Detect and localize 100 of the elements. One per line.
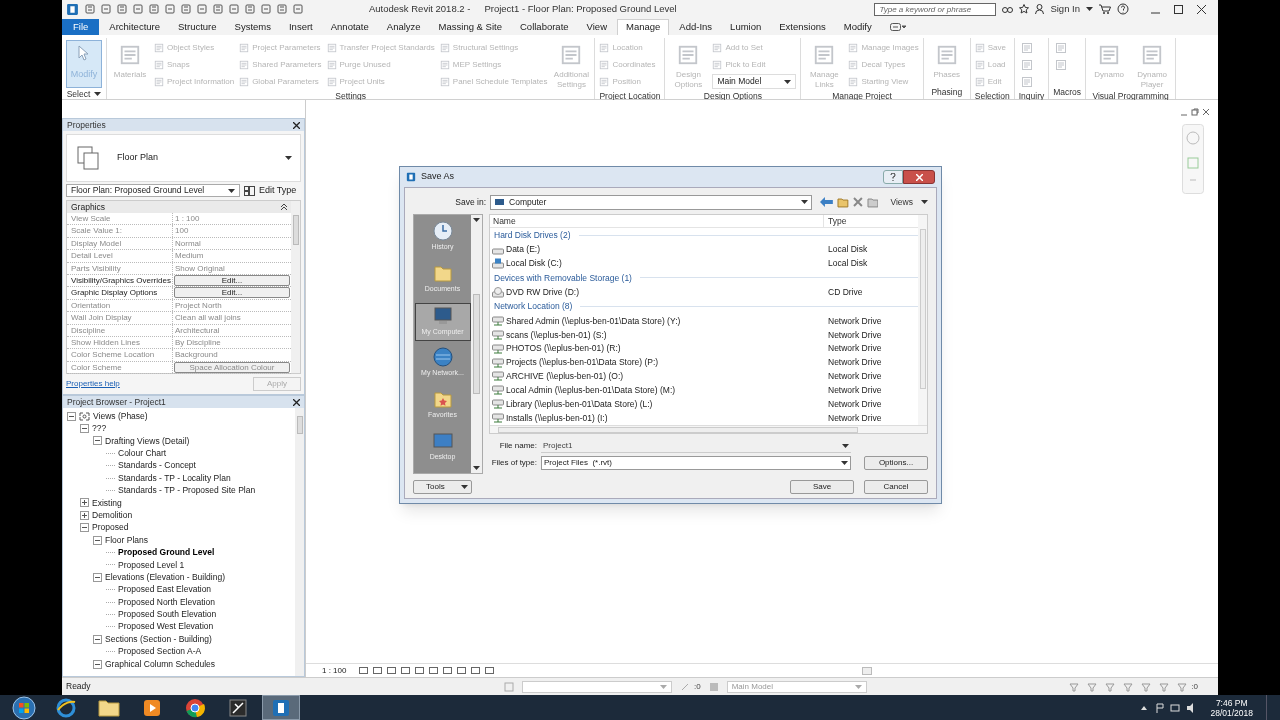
scrollbar[interactable]	[918, 215, 927, 425]
tree-item[interactable]: Demolition	[92, 508, 133, 522]
help-icon[interactable]	[1117, 3, 1129, 15]
scrollbar[interactable]	[291, 201, 300, 373]
ribbon-tab[interactable]: Structure	[170, 19, 225, 35]
cart-icon[interactable]	[1099, 4, 1111, 14]
drive-row[interactable]: Shared Admin (\\eplus-ben-01\Data Store) (Y:) Network Drive	[490, 314, 918, 328]
help-button[interactable]	[883, 170, 903, 184]
expand-icon[interactable]	[80, 510, 89, 520]
property-edit-button[interactable]: Edit...	[174, 274, 290, 286]
up-folder-icon[interactable]	[836, 196, 849, 208]
star-icon[interactable]	[1019, 4, 1030, 14]
selection-filter-icon[interactable]	[1159, 681, 1170, 692]
collapse-icon[interactable]	[80, 424, 89, 434]
instance-dropdown[interactable]: Floor Plan: Proposed Ground Level	[66, 184, 240, 197]
tree-item[interactable]: Standards - TP - Locality Plan	[118, 471, 231, 485]
ribbon-tab[interactable]: Insert	[281, 19, 321, 35]
drive-row[interactable]: Projects (\\eplus-ben-01\Data Store) (P:) Network Drive	[490, 355, 918, 370]
tree-item[interactable]: Elevations (Elevation - Building)	[105, 570, 225, 584]
scroll-thumb[interactable]	[862, 666, 872, 675]
close-icon[interactable]	[293, 398, 300, 406]
back-icon[interactable]	[820, 197, 833, 207]
drive-row[interactable]: PHOTOS (\\eplus-ben-01) (R:) Network Drive	[490, 341, 918, 356]
tree-item[interactable]: ???	[92, 422, 107, 435]
save-button[interactable]: Save	[790, 480, 854, 494]
ribbon-tab[interactable]: Collaborate	[512, 19, 577, 35]
tree-item[interactable]: Proposed South Elevation	[118, 608, 217, 621]
selection-filter-icon[interactable]	[1141, 681, 1152, 692]
collapse-icon[interactable]	[93, 659, 102, 669]
close-button[interactable]	[903, 170, 935, 184]
tree-item[interactable]: Proposed West Elevation	[118, 620, 214, 634]
properties-help-link[interactable]: Properties help	[66, 378, 120, 390]
horizontal-scrollbar[interactable]	[490, 425, 927, 433]
edit-type-button[interactable]: Edit Type	[244, 183, 297, 198]
ribbon-tab[interactable]: Lumion	[722, 19, 770, 35]
view-close-icon[interactable]	[1202, 108, 1210, 116]
tools-button[interactable]: Tools	[413, 480, 472, 494]
drive-row[interactable]: ARCHIVE (\\eplus-ben-01) (O:) Network Drive	[490, 369, 918, 384]
expand-icon[interactable]	[80, 498, 89, 508]
tree-item[interactable]: Standards - Concept	[118, 459, 196, 473]
selection-filter-icon[interactable]	[1105, 681, 1116, 692]
column-header[interactable]: Type	[824, 215, 847, 227]
ribbon-tab[interactable]: Extensions	[771, 19, 834, 35]
new-folder-icon[interactable]	[866, 196, 879, 208]
views-button[interactable]: Views	[890, 195, 928, 209]
tree-item[interactable]: Existing	[92, 496, 122, 510]
tree-item[interactable]: Proposed North Elevation	[118, 595, 215, 609]
collapse-icon[interactable]	[80, 523, 89, 533]
tree-item[interactable]: Standards - TP - Proposed Site Plan	[118, 484, 256, 497]
tree-item[interactable]: Drafting Views (Detail)	[105, 434, 190, 448]
close-icon[interactable]	[293, 121, 300, 129]
drive-row[interactable]: Data (E:) Local Disk	[490, 242, 918, 257]
selection-filter-icon[interactable]	[1123, 681, 1134, 692]
panel-toggle-icon[interactable]	[889, 22, 906, 32]
drive-row[interactable]: DVD RW Drive (D:) CD Drive	[490, 285, 918, 300]
selection-filter-icon[interactable]	[1087, 681, 1098, 692]
options-button[interactable]: Options...	[864, 456, 928, 470]
drive-row[interactable]: Local Admin (\\eplus-ben-01\Data Store) (M:) Network Drive	[490, 383, 918, 398]
ribbon-tab[interactable]: View	[578, 19, 615, 35]
binoculars-icon[interactable]	[1002, 4, 1014, 14]
collapse-icon[interactable]	[93, 634, 102, 644]
save-in-dropdown[interactable]: Computer	[490, 194, 813, 210]
tree-item[interactable]: Proposed East Elevation	[118, 583, 212, 597]
tree-item[interactable]: Proposed Ground Level	[118, 546, 215, 559]
collapse-group-icon[interactable]	[281, 204, 287, 210]
drive-row[interactable]: scans (\\eplus-ben-01) (S:) Network Drive	[490, 327, 918, 342]
tree-item[interactable]: Sections (Section - Building)	[105, 632, 212, 646]
scrollbar[interactable]	[295, 408, 304, 676]
tree-item[interactable]: Proposed Section A-A	[118, 645, 202, 658]
tree-item[interactable]: Floor Plans	[105, 533, 148, 547]
delete-icon[interactable]	[852, 197, 863, 207]
ribbon-tab[interactable]: Modify	[835, 19, 880, 35]
collapse-icon[interactable]	[93, 436, 102, 446]
ribbon-tab[interactable]: Manage	[617, 19, 670, 35]
collapse-icon[interactable]	[93, 535, 102, 545]
collapse-icon[interactable]	[67, 411, 76, 421]
close-icon[interactable]	[1197, 4, 1206, 14]
drive-row[interactable]: Installs (\\eplus-ben-01) (I:) Network Drive	[490, 411, 918, 425]
ribbon-tab[interactable]: Add-Ins	[671, 19, 721, 35]
ribbon-tab[interactable]: Annotate	[322, 19, 377, 35]
ribbon-tab[interactable]: Systems	[226, 19, 279, 35]
sign-in-link[interactable]: Sign In	[1050, 1, 1080, 17]
tree-item[interactable]: Views (Phase)	[93, 409, 148, 423]
tree-item[interactable]: Colour Chart	[118, 447, 167, 460]
ribbon-tab[interactable]: Architecture	[101, 19, 168, 35]
file-tab[interactable]: File	[62, 19, 100, 35]
view-scale-label[interactable]: 1 : 100	[322, 664, 347, 677]
file-type-dropdown[interactable]: Project Files (*.rvt)	[541, 456, 851, 470]
tree-item[interactable]: Proposed	[92, 521, 129, 535]
tree-item[interactable]: Proposed Level 1	[118, 558, 185, 572]
scrollbar[interactable]	[471, 215, 482, 473]
tree-item[interactable]: Graphical Column Schedules	[105, 657, 216, 671]
selection-filter-icon[interactable]	[1069, 681, 1080, 692]
file-name-field[interactable]: Project1	[541, 439, 851, 453]
drive-row[interactable]: Library (\\eplus-ben-01\Data Store) (L:) Network Drive	[490, 397, 918, 412]
selection-filter-icon[interactable]	[1177, 681, 1188, 692]
collapse-icon[interactable]	[93, 572, 102, 582]
drive-row[interactable]: Local Disk (C:) Local Disk	[490, 256, 918, 271]
design-option-dropdown[interactable]: Main Model	[712, 74, 797, 89]
editable-icon[interactable]	[680, 681, 690, 692]
